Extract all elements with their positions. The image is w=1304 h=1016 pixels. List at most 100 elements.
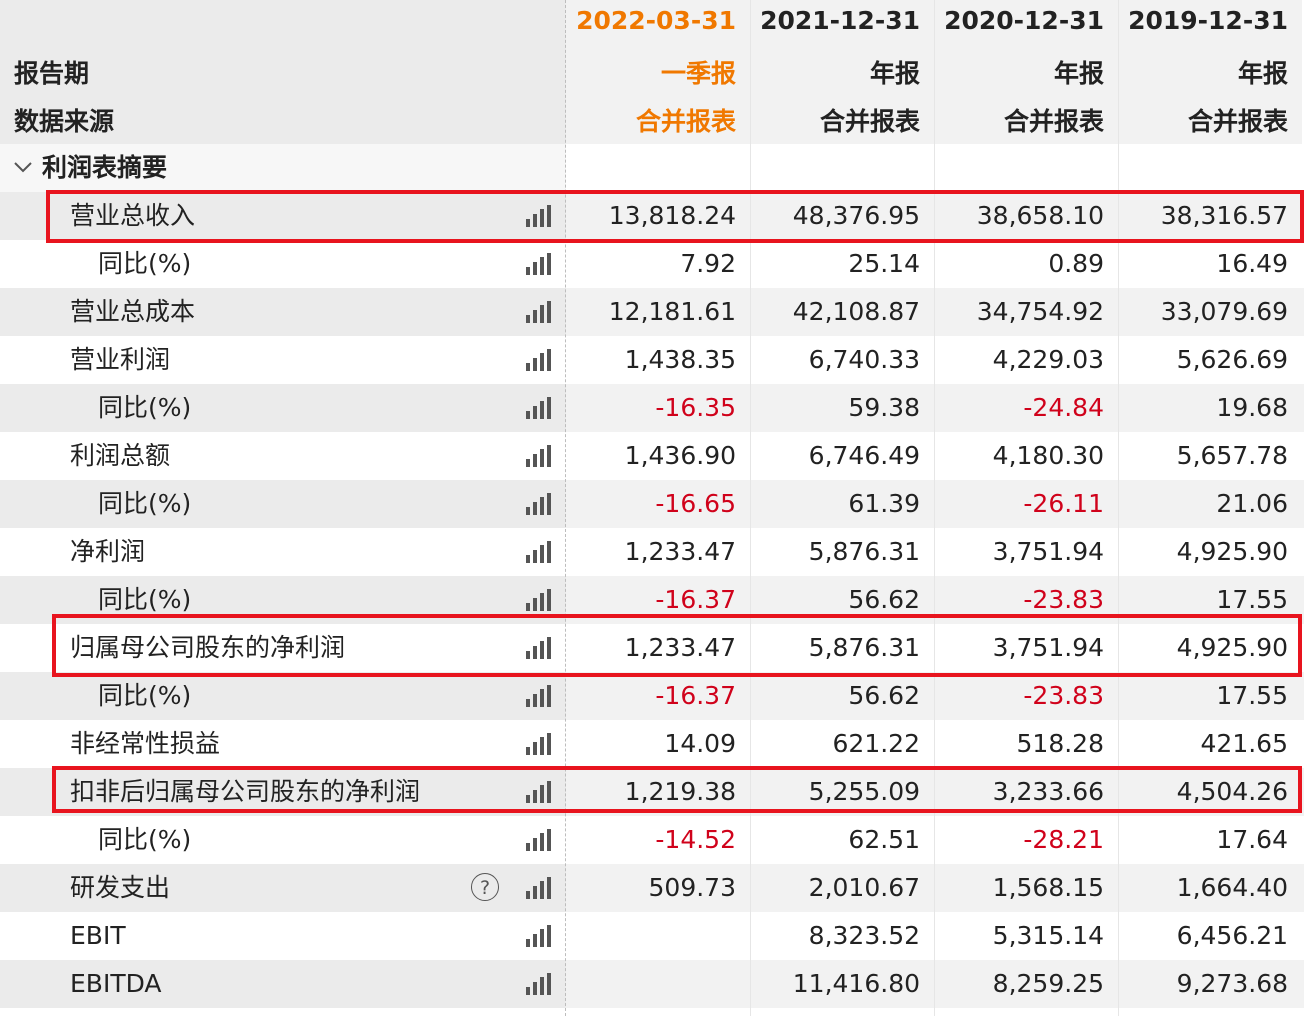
value-cell: 621.22 <box>832 729 920 758</box>
value-cell: 5,876.31 <box>808 537 920 566</box>
row-label: 同比(%) <box>98 489 192 518</box>
value-cell: 14.09 <box>664 729 736 758</box>
bar-chart-icon[interactable] <box>526 541 552 563</box>
row-label-cell: EBIT <box>0 912 566 960</box>
column-date[interactable]: 2019-12-31 <box>1118 6 1288 35</box>
value-cell: -16.37 <box>655 681 736 710</box>
bar-chart-icon[interactable] <box>526 253 552 275</box>
bar-chart-icon[interactable] <box>526 973 552 995</box>
value-cell: 5,315.14 <box>992 921 1104 950</box>
table-row[interactable]: 同比(%) -16.35 59.38 -24.84 19.68 <box>0 384 1304 432</box>
row-label: 同比(%) <box>98 681 192 710</box>
column-date[interactable]: 2022-03-31 <box>566 6 736 35</box>
value-cell: -16.65 <box>655 489 736 518</box>
table-row[interactable]: 同比(%) -14.52 62.51 -28.21 17.64 <box>0 816 1304 864</box>
table-row[interactable]: EBIT 8,323.52 5,315.14 6,456.21 <box>0 912 1304 960</box>
row-label-cell: 同比(%) <box>0 240 566 288</box>
value-cell: 21.06 <box>1216 489 1288 518</box>
value-cell: 56.62 <box>848 681 920 710</box>
row-label: 同比(%) <box>98 249 192 278</box>
value-cell: 2,010.67 <box>808 873 920 902</box>
table-header: 报告期 数据来源 2022-03-31 一季报 合并报表 2021-12-31 … <box>0 0 1304 144</box>
row-label: 营业利润 <box>70 345 171 374</box>
value-cell: -26.11 <box>1023 489 1104 518</box>
bar-chart-icon[interactable] <box>526 349 552 371</box>
table-row[interactable]: EBITDA 11,416.80 8,259.25 9,273.68 <box>0 960 1304 1008</box>
value-cell: 4,180.30 <box>992 441 1104 470</box>
bar-chart-icon[interactable] <box>526 877 552 899</box>
value-cell: 17.55 <box>1216 681 1288 710</box>
value-cell: 25.14 <box>848 249 920 278</box>
value-cell: 16.49 <box>1216 249 1288 278</box>
table-row[interactable]: 利润总额 1,436.90 6,746.49 4,180.30 5,657.78 <box>0 432 1304 480</box>
row-label-cell: 非经常性损益 <box>0 720 566 768</box>
bar-chart-icon[interactable] <box>526 493 552 515</box>
value-cell: 34,754.92 <box>976 297 1104 326</box>
value-cell: 42,108.87 <box>792 297 920 326</box>
highlight-box <box>46 190 1304 243</box>
column-divider <box>1118 0 1119 1016</box>
table-row[interactable]: 营业利润 1,438.35 6,740.33 4,229.03 5,626.69 <box>0 336 1304 384</box>
column-source: 合并报表 <box>1187 107 1288 136</box>
table-row[interactable]: 同比(%) -16.37 56.62 -23.83 17.55 <box>0 672 1304 720</box>
table-row[interactable]: 净利润 1,233.47 5,876.31 3,751.94 4,925.90 <box>0 528 1304 576</box>
chevron-down-icon[interactable] <box>12 156 34 178</box>
row-label-cell: 同比(%) <box>0 816 566 864</box>
section-header-income-summary[interactable]: 利润表摘要 <box>0 144 1304 192</box>
value-cell <box>566 960 736 1008</box>
row-label: EBIT <box>70 921 126 950</box>
section-title: 利润表摘要 <box>42 153 168 182</box>
value-cell: 59.38 <box>848 393 920 422</box>
column-period: 年报 <box>1237 59 1288 88</box>
row-label: 研发支出 <box>70 873 171 902</box>
value-cell: 1,233.47 <box>624 537 736 566</box>
value-cell: 5,657.78 <box>1176 441 1288 470</box>
value-cell: 62.51 <box>848 825 920 854</box>
row-label-cell: 营业利润 <box>0 336 566 384</box>
highlight-box <box>52 614 1302 677</box>
help-icon[interactable]: ? <box>471 873 499 901</box>
value-cell: 1,568.15 <box>992 873 1104 902</box>
row-label: 同比(%) <box>98 825 192 854</box>
value-cell: 19.68 <box>1216 393 1288 422</box>
row-label-cell: 同比(%) <box>0 480 566 528</box>
table-row[interactable]: 同比(%) 7.92 25.14 0.89 16.49 <box>0 240 1304 288</box>
column-date[interactable]: 2021-12-31 <box>750 6 920 35</box>
value-cell: 8,323.52 <box>808 921 920 950</box>
bar-chart-icon[interactable] <box>526 925 552 947</box>
table-row[interactable]: 研发支出? 509.73 2,010.67 1,568.15 1,664.40 <box>0 864 1304 912</box>
value-cell: -28.21 <box>1023 825 1104 854</box>
bar-chart-icon[interactable] <box>526 445 552 467</box>
value-cell: 33,079.69 <box>1160 297 1288 326</box>
row-label: 净利润 <box>70 537 146 566</box>
bar-chart-icon[interactable] <box>526 397 552 419</box>
value-cell: 1,664.40 <box>1176 873 1288 902</box>
bar-chart-icon[interactable] <box>526 589 552 611</box>
column-source: 合并报表 <box>819 107 920 136</box>
bar-chart-icon[interactable] <box>526 829 552 851</box>
bar-chart-icon[interactable] <box>526 301 552 323</box>
value-cell: -14.52 <box>655 825 736 854</box>
row-label-cell: 营业总成本 <box>0 288 566 336</box>
table-row[interactable]: 营业总成本 12,181.61 42,108.87 34,754.92 33,079.6… <box>0 288 1304 336</box>
column-source: 合并报表 <box>1003 107 1104 136</box>
value-cell: 1,438.35 <box>624 345 736 374</box>
row-label-cell: EBITDA <box>0 960 566 1008</box>
value-cell: 11,416.80 <box>792 969 920 998</box>
data-source-label: 数据来源 <box>14 107 115 136</box>
row-label-cell: 同比(%) <box>0 384 566 432</box>
row-label-cell: 净利润 <box>0 528 566 576</box>
column-period: 一季报 <box>660 59 736 88</box>
row-label: 非经常性损益 <box>70 729 221 758</box>
column-date[interactable]: 2020-12-31 <box>934 6 1104 35</box>
table-row[interactable]: 同比(%) -16.65 61.39 -26.11 21.06 <box>0 480 1304 528</box>
value-cell: 6,456.21 <box>1176 921 1288 950</box>
table-row[interactable]: 非经常性损益 14.09 621.22 518.28 421.65 <box>0 720 1304 768</box>
column-divider <box>565 0 566 1016</box>
row-label: 营业总成本 <box>70 297 196 326</box>
value-cell: 1,436.90 <box>624 441 736 470</box>
value-cell: -24.84 <box>1023 393 1104 422</box>
bar-chart-icon[interactable] <box>526 685 552 707</box>
value-cell: 12,181.61 <box>608 297 736 326</box>
bar-chart-icon[interactable] <box>526 733 552 755</box>
